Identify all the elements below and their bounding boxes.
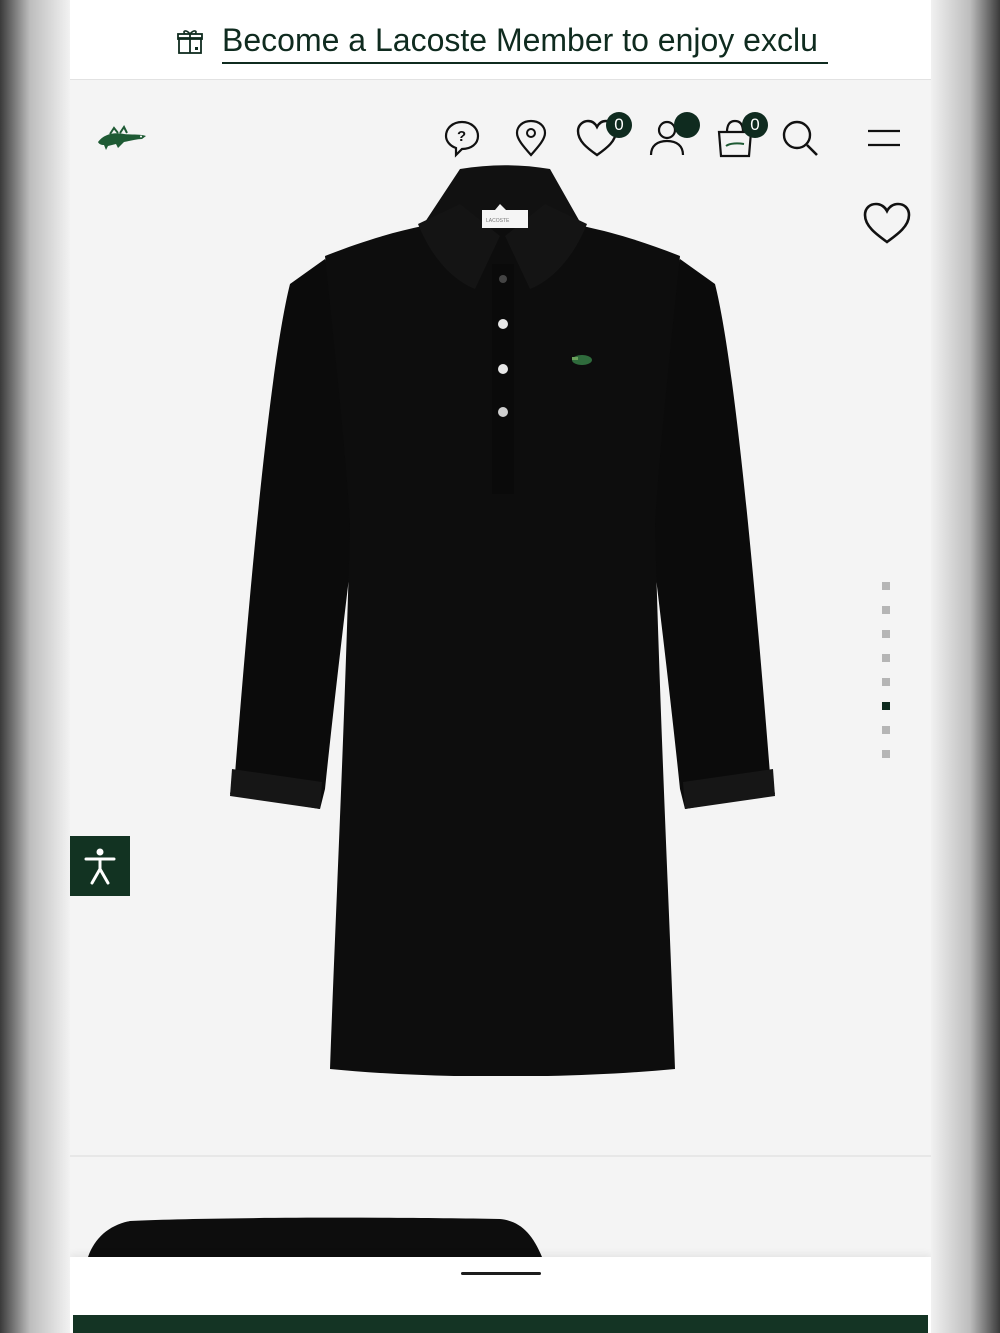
gallery-dot-active[interactable] — [882, 702, 890, 710]
gallery-dot[interactable] — [882, 606, 890, 614]
search-icon[interactable] — [780, 118, 820, 158]
wishlist-count-badge: 0 — [606, 112, 632, 138]
cart-count-badge: 0 — [742, 112, 768, 138]
site-header: ? 0 0 — [70, 80, 931, 190]
gallery-dot[interactable] — [882, 678, 890, 686]
store-locator-icon[interactable] — [511, 118, 551, 158]
svg-text:?: ? — [457, 128, 466, 145]
svg-text:LACOSTE: LACOSTE — [486, 218, 510, 224]
lacoste-logo[interactable] — [96, 122, 148, 154]
account-status-dot — [674, 112, 700, 138]
gallery-dot[interactable] — [882, 654, 890, 662]
promo-link[interactable]: Become a Lacoste Member to enjoy exclu — [222, 20, 828, 64]
product-image-next[interactable] — [70, 1157, 931, 1257]
gallery-dot[interactable] — [882, 582, 890, 590]
mobile-viewport: Become a Lacoste Member to enjoy exclu L… — [70, 0, 931, 1333]
accessibility-button[interactable] — [70, 836, 130, 896]
help-icon[interactable]: ? — [442, 118, 482, 158]
menu-icon[interactable] — [864, 118, 904, 158]
gallery-dot[interactable] — [882, 630, 890, 638]
sheet-drag-handle[interactable] — [461, 1272, 541, 1275]
gift-icon — [177, 30, 203, 54]
product-info-sheet[interactable] — [70, 1257, 931, 1333]
product-gallery: LACOSTE — [70, 80, 931, 1155]
add-to-wishlist-heart-icon[interactable] — [862, 201, 912, 245]
accessibility-icon — [84, 848, 116, 885]
promo-banner[interactable]: Become a Lacoste Member to enjoy exclu — [70, 0, 931, 80]
product-image-dress[interactable]: LACOSTE — [230, 164, 775, 1076]
gallery-pagination — [882, 582, 892, 774]
gallery-dot[interactable] — [882, 726, 890, 734]
gallery-dot[interactable] — [882, 750, 890, 758]
add-to-bag-bar[interactable] — [73, 1315, 928, 1333]
